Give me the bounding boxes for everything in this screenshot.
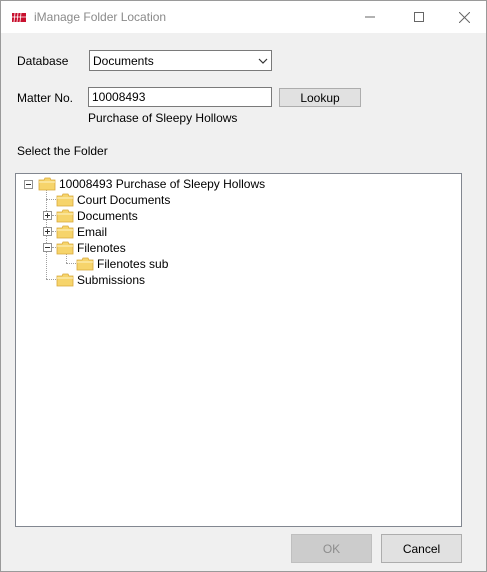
folder-icon <box>56 193 74 207</box>
minimize-button[interactable] <box>347 1 393 33</box>
folder-icon <box>56 273 74 287</box>
dialog-window: iManage Folder Location Database Documen… <box>0 0 487 572</box>
tree-node-email[interactable]: Email <box>56 224 107 240</box>
folder-icon <box>38 177 56 191</box>
maximize-icon <box>414 12 424 22</box>
folder-icon <box>76 257 94 271</box>
tree-node-label: Submissions <box>77 273 146 287</box>
folder-icon <box>56 225 74 239</box>
matter-label: Matter No. <box>17 91 74 105</box>
tree-node-label: Filenotes sub <box>97 257 169 271</box>
tree-connector <box>46 199 56 200</box>
tree-node-label: Documents <box>77 209 138 223</box>
imanage-app-icon <box>12 12 26 23</box>
close-icon <box>458 11 470 23</box>
cancel-button[interactable]: Cancel <box>381 534 462 563</box>
title-bar: iManage Folder Location <box>1 1 486 33</box>
tree-node-root[interactable]: 10008493 Purchase of Sleepy Hollows <box>38 176 265 192</box>
tree-node-label: Court Documents <box>77 193 171 207</box>
tree-node-court-documents[interactable]: Court Documents <box>56 192 170 208</box>
database-select[interactable]: Documents <box>89 50 272 71</box>
matter-description: Purchase of Sleepy Hollows <box>88 111 238 125</box>
collapse-icon[interactable] <box>24 180 33 189</box>
tree-node-label: Email <box>77 225 108 239</box>
select-folder-label: Select the Folder <box>17 144 108 158</box>
folder-icon <box>56 209 74 223</box>
chevron-down-icon <box>258 58 268 64</box>
tree-node-label: Filenotes <box>77 241 126 255</box>
maximize-button[interactable] <box>396 1 442 33</box>
matter-number-input[interactable] <box>88 87 272 107</box>
collapse-icon[interactable] <box>43 243 52 252</box>
tree-node-filenotes-sub[interactable]: Filenotes sub <box>76 256 168 272</box>
tree-connector <box>46 279 56 280</box>
window-title: iManage Folder Location <box>34 10 167 24</box>
database-label: Database <box>17 54 69 68</box>
ok-button[interactable]: OK <box>291 534 372 563</box>
tree-node-label: 10008493 Purchase of Sleepy Hollows <box>59 177 266 191</box>
close-button[interactable] <box>441 1 487 33</box>
tree-node-submissions[interactable]: Submissions <box>56 272 145 288</box>
tree-node-documents[interactable]: Documents <box>56 208 138 224</box>
folder-icon <box>56 241 74 255</box>
expand-icon[interactable] <box>43 227 52 236</box>
expand-icon[interactable] <box>43 211 52 220</box>
tree-node-filenotes[interactable]: Filenotes <box>56 240 126 256</box>
database-selected-value: Documents <box>93 54 154 68</box>
folder-tree[interactable]: 10008493 Purchase of Sleepy Hollows Cour… <box>15 173 462 527</box>
tree-connector <box>66 263 76 264</box>
lookup-button[interactable]: Lookup <box>279 88 361 107</box>
minimize-icon <box>365 16 375 18</box>
